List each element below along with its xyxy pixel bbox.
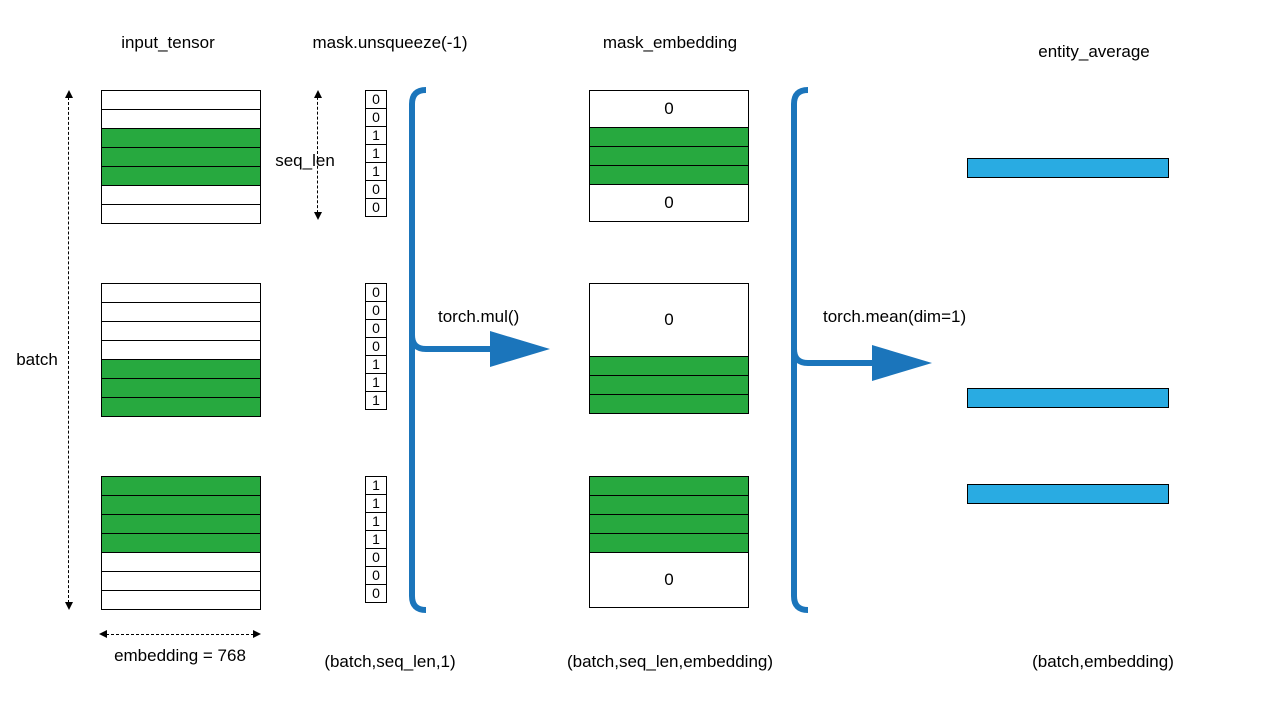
mask-emb-2: 0 bbox=[589, 283, 749, 414]
mask-col-2: 00 00 11 1 bbox=[365, 283, 387, 410]
entity-avg-bar-3 bbox=[967, 484, 1169, 504]
entity-avg-bar-1 bbox=[967, 158, 1169, 178]
input-tensor-3 bbox=[101, 476, 261, 610]
mask-shape: (batch,seq_len,1) bbox=[300, 652, 480, 672]
mean-arrow-icon bbox=[790, 86, 950, 616]
seqlen-label: seq_len bbox=[265, 151, 345, 171]
mask-embedding-title: mask_embedding bbox=[570, 33, 770, 53]
embedding-label: embedding = 768 bbox=[95, 646, 265, 666]
batch-dim-arrow bbox=[68, 92, 69, 608]
entity-avg-shape: (batch,embedding) bbox=[998, 652, 1208, 672]
mask-title: mask.unsqueeze(-1) bbox=[300, 33, 480, 53]
mask-col-1: 00 11 10 0 bbox=[365, 90, 387, 217]
input-tensor-2 bbox=[101, 283, 261, 417]
batch-label: batch bbox=[12, 350, 62, 370]
mul-op-label: torch.mul() bbox=[438, 307, 558, 327]
mean-op-label: torch.mean(dim=1) bbox=[823, 307, 1003, 327]
mul-arrow-icon bbox=[408, 86, 568, 616]
input-tensor-1 bbox=[101, 90, 261, 224]
input-tensor-title: input_tensor bbox=[108, 33, 228, 53]
mask-emb-3: 0 bbox=[589, 476, 749, 608]
mask-col-3: 11 11 00 0 bbox=[365, 476, 387, 603]
entity-average-title: entity_average bbox=[1014, 42, 1174, 62]
mask-emb-1: 0 0 bbox=[589, 90, 749, 222]
entity-avg-bar-2 bbox=[967, 388, 1169, 408]
embedding-dim-arrow bbox=[101, 634, 259, 635]
mask-emb-shape: (batch,seq_len,embedding) bbox=[540, 652, 800, 672]
